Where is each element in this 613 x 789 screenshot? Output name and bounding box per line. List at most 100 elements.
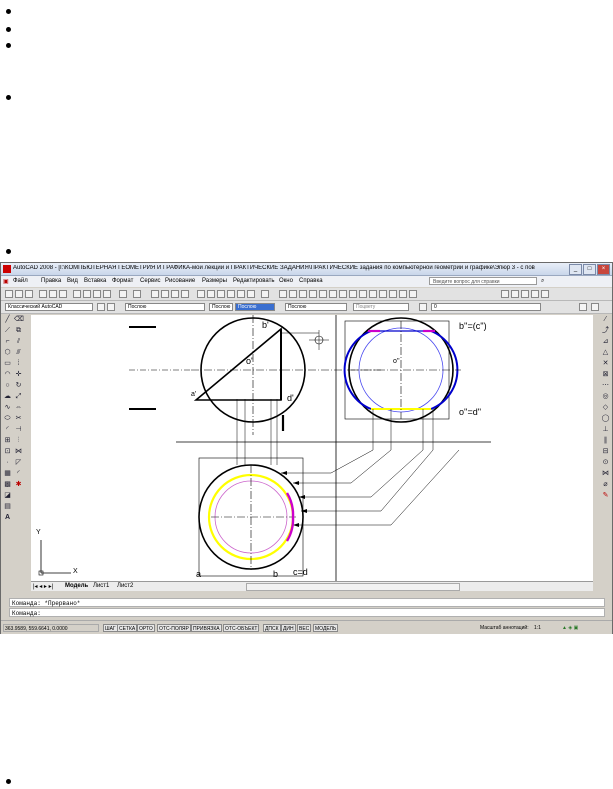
layer-select[interactable]: 0 xyxy=(431,303,541,311)
rectangle-icon[interactable]: ▭ xyxy=(3,359,12,368)
tab-sheet2[interactable]: Лист2 xyxy=(117,583,133,589)
snap-tangent-icon[interactable]: ◯ xyxy=(601,414,610,423)
menu-window[interactable]: Окно xyxy=(279,278,293,284)
fillet-icon[interactable]: ◜ xyxy=(14,469,23,478)
close-button[interactable]: × xyxy=(597,264,610,275)
workspace-select[interactable]: Классический AutoCAD xyxy=(5,303,93,311)
command-input[interactable]: Команда: xyxy=(9,608,605,617)
tool-palettes-icon[interactable] xyxy=(217,290,225,298)
menu-insert[interactable]: Вставка xyxy=(84,278,106,284)
lineweight-select[interactable]: Послою xyxy=(285,303,347,311)
sheet-set-icon[interactable] xyxy=(227,290,235,298)
chamfer-icon[interactable]: ◸ xyxy=(14,458,23,467)
zoom-out-icon[interactable] xyxy=(521,290,529,298)
layer-states-icon[interactable] xyxy=(419,303,427,311)
zoom-in-icon[interactable] xyxy=(511,290,519,298)
line-icon[interactable]: ╱ xyxy=(3,315,12,324)
menu-view[interactable]: Вид xyxy=(67,278,78,284)
linear-dimension-icon[interactable] xyxy=(279,290,287,298)
extend-icon[interactable]: ⊣ xyxy=(14,425,23,434)
copy-icon[interactable] xyxy=(83,290,91,298)
diameter-dimension-icon[interactable] xyxy=(329,290,337,298)
redo-icon[interactable] xyxy=(133,290,141,298)
plotstyle-select[interactable]: Поцвету xyxy=(353,303,409,311)
rotate-icon[interactable]: ↻ xyxy=(14,381,23,390)
array-icon[interactable]: ⁞ xyxy=(14,359,23,368)
pan-icon[interactable] xyxy=(151,290,159,298)
hatch-icon[interactable]: ▦ xyxy=(3,469,12,478)
layer-walk-icon[interactable] xyxy=(591,303,599,311)
construction-line-icon[interactable]: ⟋ xyxy=(3,326,12,335)
snap-midpoint-icon[interactable]: △ xyxy=(601,348,610,357)
multiline-text-icon[interactable]: A xyxy=(3,513,12,522)
snap-from-icon[interactable]: ⤴ xyxy=(601,326,610,335)
save-icon[interactable] xyxy=(25,290,33,298)
aligned-dimension-icon[interactable] xyxy=(289,290,297,298)
document-icon[interactable]: ▣ xyxy=(3,278,9,285)
coordinates-readout[interactable]: 363.9589, 559.6641, 0.0000 xyxy=(3,624,99,632)
menu-help[interactable]: Справка xyxy=(299,278,323,284)
explode-icon[interactable]: ✱ xyxy=(14,480,23,489)
snap-node-icon[interactable]: ⊙ xyxy=(601,458,610,467)
pan-realtime-icon[interactable] xyxy=(501,290,509,298)
undo-icon[interactable] xyxy=(119,290,127,298)
menu-draw[interactable]: Рисование xyxy=(165,278,195,284)
insert-block-icon[interactable]: ⊞ xyxy=(3,436,12,445)
continue-dimension-icon[interactable] xyxy=(369,290,377,298)
quick-dimension-icon[interactable] xyxy=(349,290,357,298)
zoom-all-icon[interactable] xyxy=(541,290,549,298)
polyline-icon[interactable]: ⌐ xyxy=(3,337,12,346)
match-properties-icon[interactable] xyxy=(103,290,111,298)
color-select[interactable]: Послою xyxy=(125,303,205,311)
center-mark-icon[interactable] xyxy=(389,290,397,298)
toggle-dyn[interactable]: ДИН xyxy=(281,624,296,632)
menu-tools[interactable]: Сервис xyxy=(140,278,161,284)
properties-icon[interactable] xyxy=(197,290,205,298)
toggle-lwt[interactable]: ВЕС xyxy=(297,624,312,632)
publish-icon[interactable] xyxy=(59,290,67,298)
paste-icon[interactable] xyxy=(93,290,101,298)
layer-previous-icon[interactable] xyxy=(579,303,587,311)
offset-icon[interactable]: ⫻ xyxy=(14,348,23,357)
radius-dimension-icon[interactable] xyxy=(319,290,327,298)
dimension-update-icon[interactable] xyxy=(409,290,417,298)
revision-cloud-icon[interactable]: ☁ xyxy=(3,392,12,401)
help-search-input[interactable]: Введите вопрос для справки xyxy=(429,277,537,285)
toggle-ducs[interactable]: ДПСК xyxy=(263,624,281,632)
polygon-icon[interactable]: ⬡ xyxy=(3,348,12,357)
toggle-polar[interactable]: ОТС-ПОЛЯР xyxy=(157,624,191,632)
erase-icon[interactable]: ⌫ xyxy=(14,315,24,324)
toggle-grid[interactable]: СЕТКА xyxy=(117,624,138,632)
snap-parallel-icon[interactable]: ∥ xyxy=(601,436,610,445)
zoom-previous-icon[interactable] xyxy=(181,290,189,298)
toggle-otrack[interactable]: ОТС-ОБЪЕКТ xyxy=(223,624,260,632)
menu-edit[interactable]: Правка xyxy=(41,278,61,284)
temp-track-icon[interactable]: ⁄ xyxy=(601,315,610,324)
linetype-select[interactable]: Послою xyxy=(209,303,233,311)
tab-model[interactable]: Модель xyxy=(65,583,88,589)
toggle-snap[interactable]: ШАГ xyxy=(103,624,118,632)
maximize-button[interactable]: □ xyxy=(583,264,596,275)
break-icon[interactable]: ⫶ xyxy=(14,436,23,445)
baseline-dimension-icon[interactable] xyxy=(359,290,367,298)
spline-icon[interactable]: ∿ xyxy=(3,403,12,412)
toggle-model[interactable]: МОДЕЛЬ xyxy=(313,624,339,632)
zoom-window-icon[interactable] xyxy=(171,290,179,298)
preview-icon[interactable] xyxy=(49,290,57,298)
arc-icon[interactable]: ◠ xyxy=(3,370,12,379)
help-icon[interactable] xyxy=(261,290,269,298)
snap-apparent-icon[interactable]: ⊠ xyxy=(601,370,610,379)
markup-icon[interactable] xyxy=(237,290,245,298)
snap-center-icon[interactable]: ◎ xyxy=(601,392,610,401)
tab-sheet1[interactable]: Лист1 xyxy=(93,583,109,589)
minimize-button[interactable]: _ xyxy=(569,264,582,275)
make-block-icon[interactable]: ⊡ xyxy=(3,447,12,456)
open-icon[interactable] xyxy=(15,290,23,298)
angular-dimension-icon[interactable] xyxy=(339,290,347,298)
trim-icon[interactable]: ✂ xyxy=(14,414,23,423)
tab-nav-arrows[interactable]: |◂ ◂ ▸ ▸| xyxy=(33,583,53,590)
snap-intersection-icon[interactable]: ✕ xyxy=(601,359,610,368)
snap-quadrant-icon[interactable]: ◇ xyxy=(601,403,610,412)
arc-length-icon[interactable] xyxy=(299,290,307,298)
ellipse-icon[interactable]: ⬭ xyxy=(3,414,12,423)
